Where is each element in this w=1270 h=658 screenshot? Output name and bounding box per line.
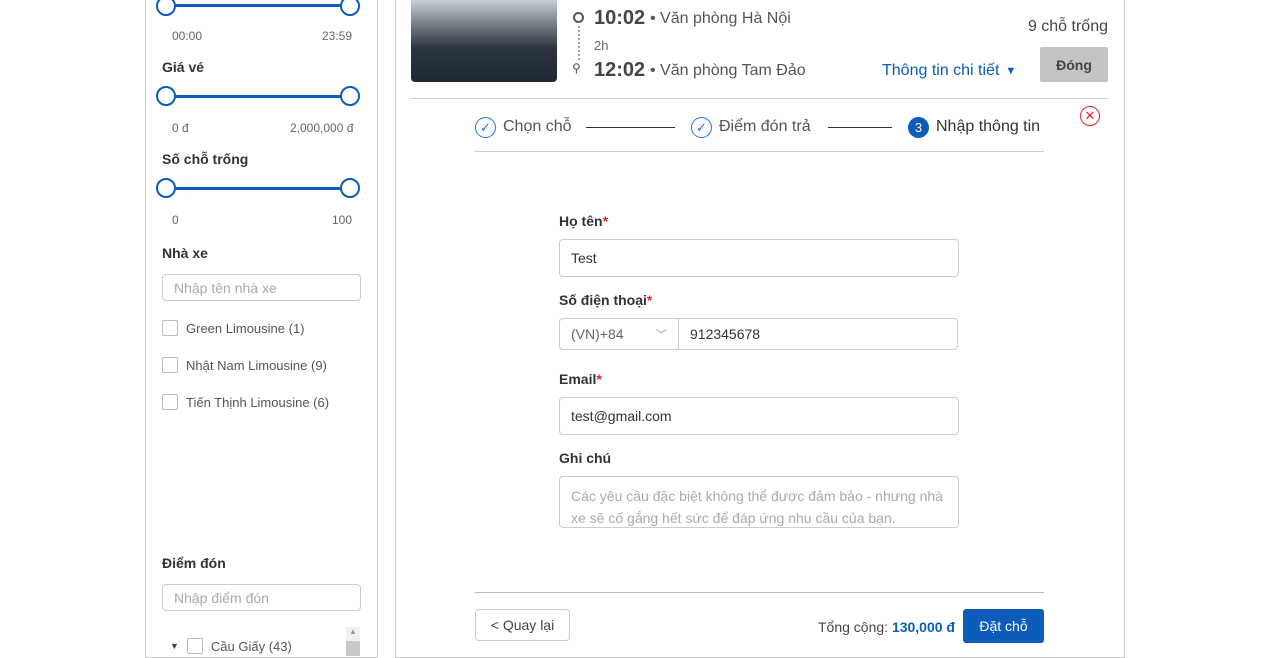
note-textarea[interactable]: Các yêu cầu đặc biệt không thể được đảm … xyxy=(559,476,959,528)
book-button[interactable]: Đặt chỗ xyxy=(963,609,1044,643)
price-slider-track[interactable] xyxy=(166,95,350,98)
close-icon[interactable]: ✕ xyxy=(1080,106,1100,126)
seats-max-label: 100 xyxy=(332,213,353,227)
pickup-filter-title: Điểm đón xyxy=(162,555,226,571)
back-button[interactable]: < Quay lại xyxy=(475,609,570,641)
divider xyxy=(475,592,1044,593)
caret-down-icon: ▼ xyxy=(1005,65,1017,77)
depart-time: 10:02 xyxy=(594,7,646,29)
required-mark: * xyxy=(602,213,609,229)
operator-search-input[interactable]: Nhập tên nhà xe xyxy=(162,274,361,301)
time-slider-track[interactable] xyxy=(166,4,350,7)
note-label: Ghi chú xyxy=(559,450,612,466)
seats-slider-max-handle[interactable] xyxy=(340,178,360,198)
details-link[interactable]: Thông tin chi tiết ▼ xyxy=(882,62,1016,80)
time-min-label: 00:00 xyxy=(172,29,203,43)
pickup-option-label: Cầu Giấy (43) xyxy=(210,638,292,654)
price-slider-min-handle[interactable] xyxy=(156,86,176,106)
step-connector xyxy=(828,127,892,128)
step-label: Chọn chỗ xyxy=(503,118,572,135)
name-input[interactable]: Test xyxy=(559,239,959,277)
checkbox[interactable] xyxy=(162,320,178,336)
operator-option[interactable]: Green Limousine (1) xyxy=(162,320,305,336)
divider xyxy=(475,151,1044,152)
operator-option[interactable]: Tiến Thịnh Limousine (6) xyxy=(162,394,329,410)
step-label-active: Nhập thông tin xyxy=(936,118,1041,135)
operator-option[interactable]: Nhật Nam Limousine (9) xyxy=(162,357,327,373)
country-code-value: (VN)+84 xyxy=(571,326,624,342)
seats-slider-min-handle[interactable] xyxy=(156,178,176,198)
seats-left: 9 chỗ trống xyxy=(1027,18,1108,35)
pickup-placeholder: Nhập điểm đón xyxy=(174,589,269,606)
step-number-badge: 3 xyxy=(908,117,929,138)
pickup-search-input[interactable]: Nhập điểm đón xyxy=(162,584,361,611)
price-max-label: 2,000,000 đ xyxy=(290,121,354,135)
pickup-option[interactable]: ▼ Cầu Giấy (43) xyxy=(170,638,292,654)
operator-filter-title: Nhà xe xyxy=(162,245,208,261)
location-pin-icon: ⚲ xyxy=(572,61,581,75)
depart-place: • Văn phòng Hà Nội xyxy=(650,10,791,27)
price-min-label: 0 đ xyxy=(172,121,189,135)
route-line xyxy=(578,26,580,60)
close-trip-button[interactable]: Đóng xyxy=(1040,47,1108,82)
seats-slider-track[interactable] xyxy=(166,187,350,190)
seats-filter-title: Số chỗ trống xyxy=(162,151,249,167)
check-icon: ✓ xyxy=(691,117,712,138)
country-code-select[interactable]: (VN)+84 ﹀ xyxy=(559,318,679,350)
caret-down-icon[interactable]: ▼ xyxy=(170,641,179,651)
total-value: 130,000 đ xyxy=(891,619,955,635)
required-mark: * xyxy=(596,371,602,387)
checkbox[interactable] xyxy=(162,394,178,410)
operator-placeholder: Nhập tên nhà xe xyxy=(174,279,277,296)
required-mark: * xyxy=(646,292,653,308)
chevron-down-icon: ﹀ xyxy=(656,329,667,341)
total-label: Tổng cộng: xyxy=(817,619,889,635)
time-max-label: 23:59 xyxy=(322,29,353,43)
phone-input[interactable]: 912345678 xyxy=(678,318,958,350)
arrive-time: 12:02 xyxy=(594,59,646,81)
price-filter-title: Giá vé xyxy=(162,59,205,75)
seats-min-label: 0 xyxy=(172,213,179,227)
name-label: Họ tên* xyxy=(559,213,609,229)
step-connector xyxy=(586,127,675,128)
bus-photo xyxy=(411,0,557,82)
origin-icon xyxy=(573,12,584,23)
operator-option-label: Nhật Nam Limousine (9) xyxy=(186,357,327,373)
checkbox[interactable] xyxy=(162,357,178,373)
check-icon: ✓ xyxy=(475,117,496,138)
price-slider-max-handle[interactable] xyxy=(340,86,360,106)
duration: 2h xyxy=(594,38,609,53)
email-label: Email* xyxy=(559,371,602,387)
note-placeholder: Các yêu cầu đặc biệt không thể được đảm … xyxy=(571,488,943,526)
details-link-label: Thông tin chi tiết xyxy=(882,62,1000,79)
operator-option-label: Green Limousine (1) xyxy=(186,320,305,336)
operator-option-label: Tiến Thịnh Limousine (6) xyxy=(186,394,330,410)
step-label: Điểm đón trả xyxy=(719,118,811,135)
arrive-place: • Văn phòng Tam Đảo xyxy=(650,62,806,79)
scrollbar[interactable]: ▲ xyxy=(346,627,360,656)
total: Tổng cộng: 130,000 đ xyxy=(818,619,955,635)
phone-label: Số điện thoại* xyxy=(559,292,653,308)
email-input[interactable]: test@gmail.com xyxy=(559,397,959,435)
divider xyxy=(411,98,1108,99)
checkbox[interactable] xyxy=(186,638,203,654)
scrollbar-thumb[interactable] xyxy=(346,641,360,656)
scroll-up-icon[interactable]: ▲ xyxy=(346,627,360,641)
